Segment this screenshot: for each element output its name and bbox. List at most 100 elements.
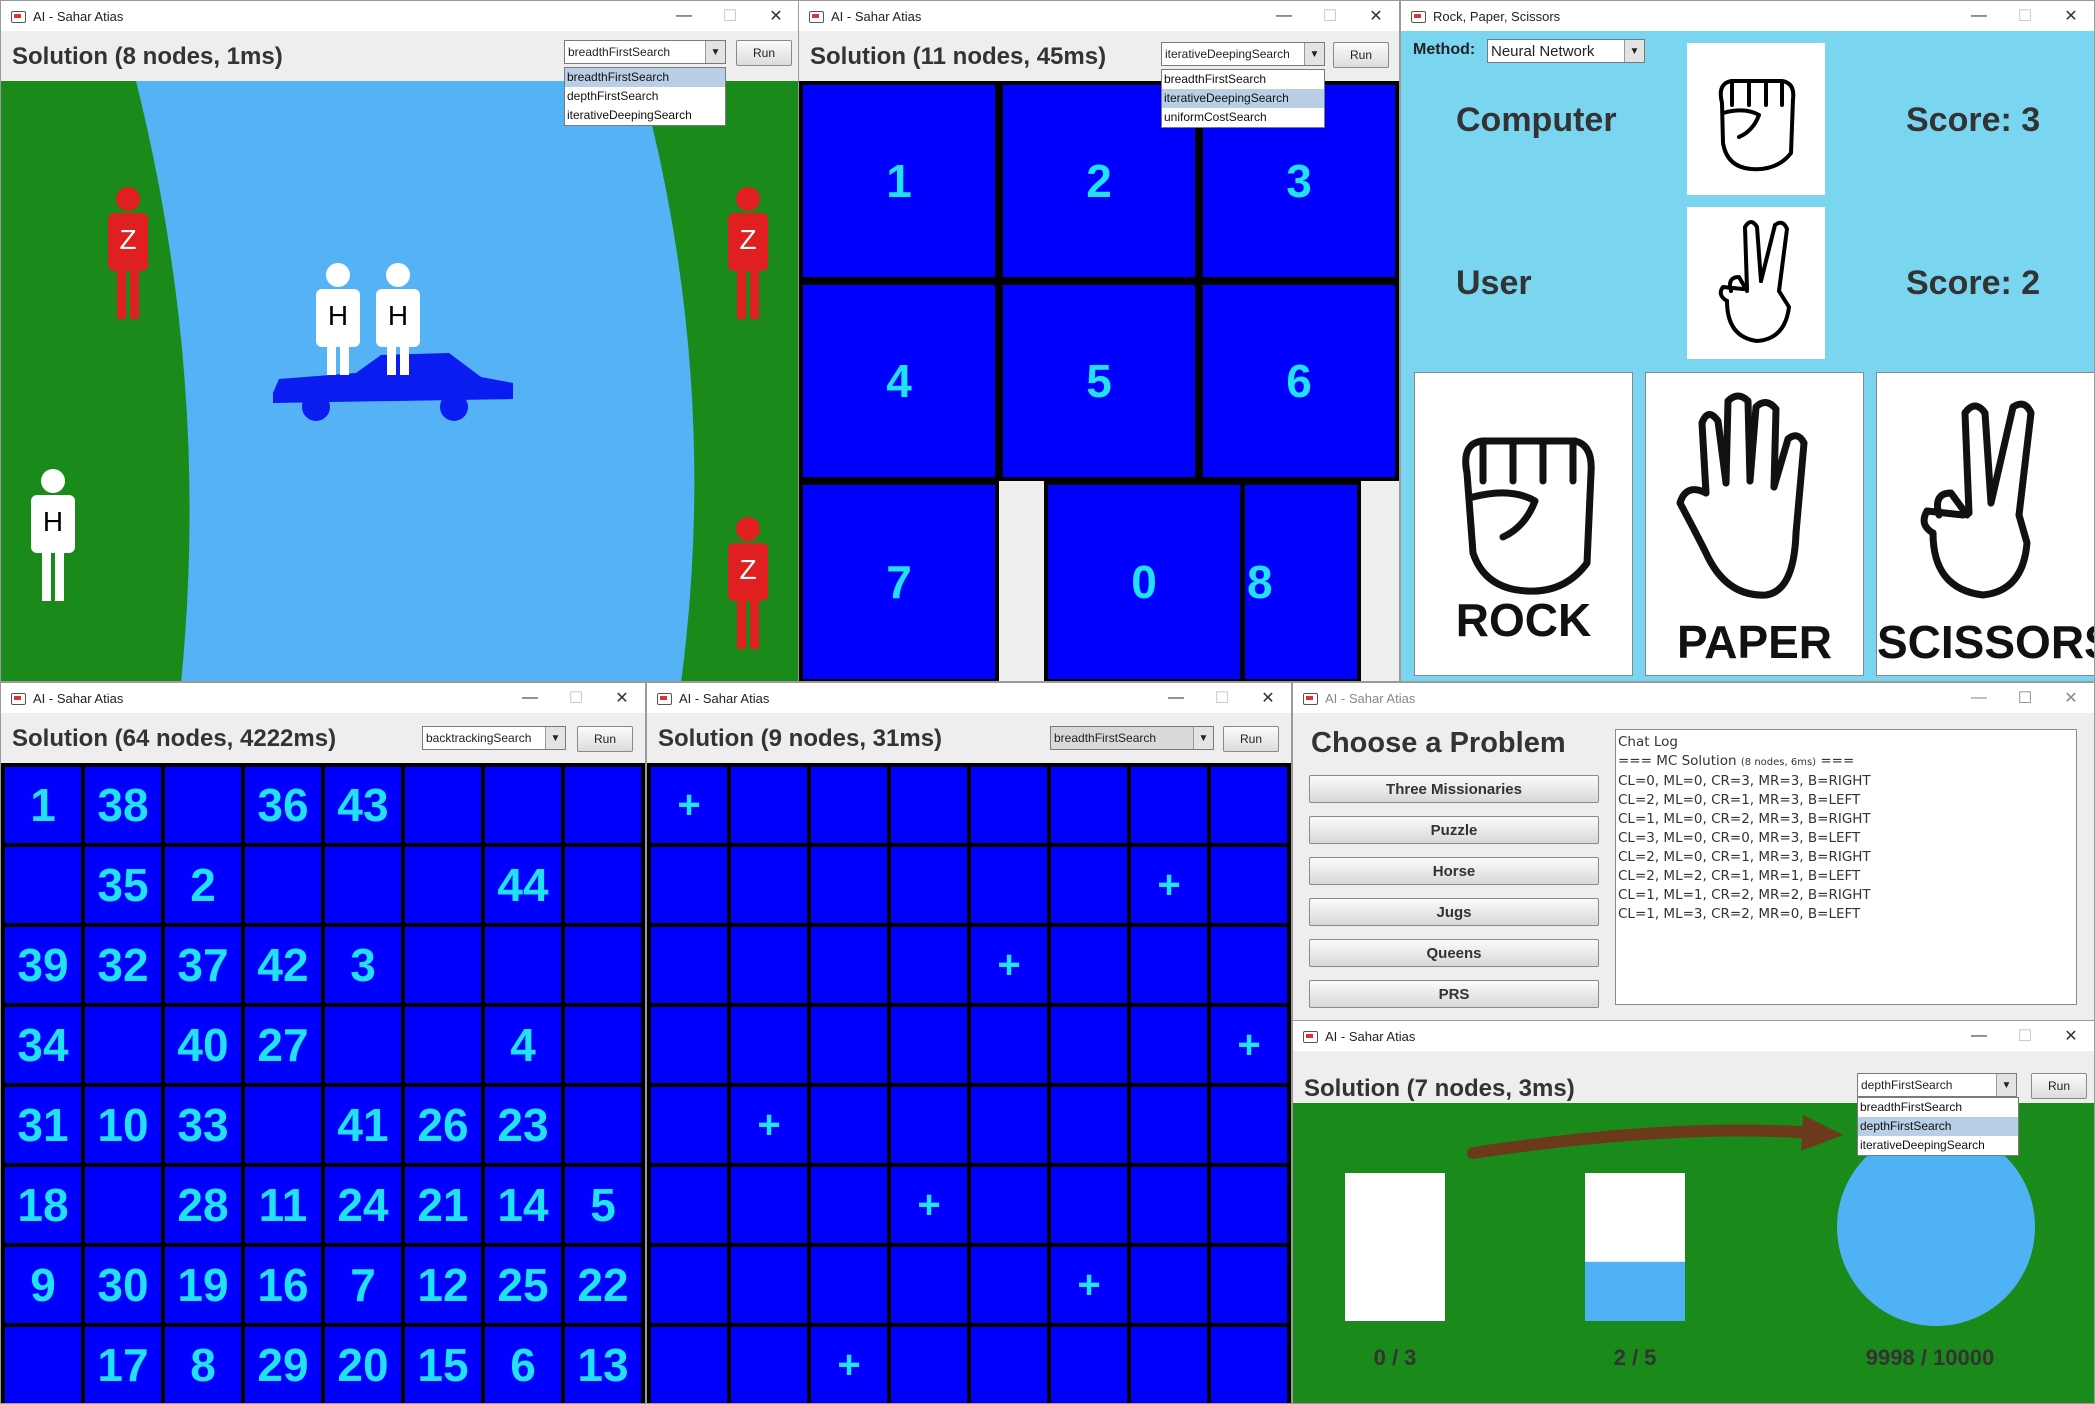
dropdown-option[interactable]: breadthFirstSearch <box>1162 70 1324 89</box>
chat-log-title: Chat Log <box>1618 734 1678 750</box>
jug-b-water <box>1585 1261 1685 1321</box>
minimize-icon[interactable]: — <box>1956 1027 2002 1045</box>
maximize-icon[interactable]: ☐ <box>707 6 753 26</box>
rps-window: Rock, Paper, Scissors — ☐ ✕ Method: Neur… <box>1400 0 2095 682</box>
maximize-icon[interactable]: ☐ <box>553 688 599 708</box>
chevron-down-icon[interactable]: ▼ <box>1193 727 1213 749</box>
title-bar[interactable]: AI - Sahar Atias — ☐ ✕ <box>1 683 645 713</box>
close-icon[interactable]: ✕ <box>753 6 799 26</box>
board-cell: 2 <box>165 847 241 923</box>
puzzle-tile[interactable]: 0 <box>1044 481 1244 681</box>
rock-card[interactable]: ROCK <box>1414 372 1633 676</box>
maximize-icon[interactable]: ☐ <box>1199 688 1245 708</box>
run-button[interactable]: Run <box>736 40 792 66</box>
maximize-icon[interactable]: ☐ <box>2002 6 2048 26</box>
three-missionaries-button[interactable]: Three Missionaries <box>1309 775 1599 803</box>
river-canvas: Z Z Z H H H <box>1 81 799 681</box>
dropdown-option[interactable]: breadthFirstSearch <box>1858 1098 2018 1117</box>
puzzle-button[interactable]: Puzzle <box>1309 816 1599 844</box>
run-button[interactable]: Run <box>577 726 633 752</box>
horse-button[interactable]: Horse <box>1309 857 1599 885</box>
minimize-icon[interactable]: — <box>507 689 553 707</box>
puzzle-tile[interactable]: 1 <box>799 81 999 281</box>
run-button[interactable]: Run <box>1333 42 1389 68</box>
title-bar[interactable]: AI - Sahar Atias — ☐ ✕ <box>1 1 799 31</box>
dropdown-option[interactable]: iterativeDeepingSearch <box>1858 1136 2018 1155</box>
puzzle-tile[interactable]: 4 <box>799 281 999 481</box>
puzzle-tile[interactable]: 5 <box>999 281 1199 481</box>
chevron-down-icon[interactable]: ▼ <box>1996 1074 2016 1096</box>
close-icon[interactable]: ✕ <box>1353 6 1399 26</box>
close-icon[interactable]: ✕ <box>1245 688 1291 708</box>
minimize-icon[interactable]: — <box>1956 689 2002 707</box>
jugs-button[interactable]: Jugs <box>1309 898 1599 926</box>
method-select[interactable]: depthFirstSearch ▼ <box>1857 1073 2017 1097</box>
run-button[interactable]: Run <box>1223 726 1279 752</box>
title-bar[interactable]: AI - Sahar Atias — ☐ ✕ <box>1293 683 2094 713</box>
chat-log-line: CL=1, ML=0, CR=2, MR=3, B=RIGHT <box>1618 811 1871 827</box>
minimize-icon[interactable]: — <box>661 7 707 25</box>
maximize-icon[interactable]: ☐ <box>2002 688 2048 708</box>
figure-letter: Z <box>739 224 756 255</box>
dropdown-option[interactable]: breadthFirstSearch <box>565 68 725 87</box>
board-cell <box>971 1167 1047 1243</box>
title-bar[interactable]: AI - Sahar Atias — ☐ ✕ <box>1293 1021 2094 1051</box>
tile-number: 0 <box>1131 556 1157 608</box>
solution-label: Solution (11 nodes, 45ms) <box>810 43 1107 70</box>
chevron-down-icon[interactable]: ▼ <box>1624 40 1644 62</box>
board-cell <box>1131 1087 1207 1163</box>
minimize-icon[interactable]: — <box>1261 7 1307 25</box>
queens-button[interactable]: Queens <box>1309 939 1599 967</box>
puzzle-tile[interactable]: 7 <box>799 481 999 681</box>
card-label: PAPER <box>1676 616 1833 668</box>
chevron-down-icon[interactable]: ▼ <box>1304 43 1324 65</box>
board-cell <box>1211 1247 1287 1323</box>
title-bar[interactable]: Rock, Paper, Scissors — ☐ ✕ <box>1401 1 2094 31</box>
board-cell <box>565 927 641 1003</box>
minimize-icon[interactable]: — <box>1956 7 2002 25</box>
maximize-icon[interactable]: ☐ <box>2002 1026 2048 1046</box>
method-select[interactable]: iterativeDeepingSearch ▼ <box>1161 42 1325 66</box>
rps-method-select[interactable]: Neural Network ▼ <box>1487 39 1645 63</box>
close-icon[interactable]: ✕ <box>2048 1026 2094 1046</box>
scissors-card[interactable]: SCISSORS <box>1876 372 2094 676</box>
close-icon[interactable]: ✕ <box>2048 688 2094 708</box>
queen-marker: + <box>971 927 1047 1003</box>
method-select[interactable]: breadthFirstSearch ▼ <box>1050 726 1214 750</box>
prs-button[interactable]: PRS <box>1309 980 1599 1008</box>
dropdown-option[interactable]: uniformCostSearch <box>1162 108 1324 127</box>
dropdown-option[interactable]: depthFirstSearch <box>1858 1117 2018 1136</box>
run-button[interactable]: Run <box>2031 1073 2087 1099</box>
paper-card[interactable]: PAPER <box>1645 372 1864 676</box>
close-icon[interactable]: ✕ <box>2048 6 2094 26</box>
puzzle-tile[interactable]: 8 <box>1241 481 1361 681</box>
dropdown-option[interactable]: iterativeDeepingSearch <box>565 106 725 125</box>
board-cell: 33 <box>165 1087 241 1163</box>
chat-log[interactable]: Chat Log === MC Solution (8 nodes, 6ms) … <box>1615 729 2077 1005</box>
close-icon[interactable]: ✕ <box>599 688 645 708</box>
dropdown-option[interactable]: depthFirstSearch <box>565 87 725 106</box>
title-bar[interactable]: AI - Sahar Atias — ☐ ✕ <box>799 1 1399 31</box>
maximize-icon[interactable]: ☐ <box>1307 6 1353 26</box>
board-cell <box>891 1087 967 1163</box>
tile-number: 7 <box>886 556 912 608</box>
board-cell <box>731 1167 807 1243</box>
chevron-down-icon[interactable]: ▼ <box>545 727 565 749</box>
dropdown-option[interactable]: iterativeDeepingSearch <box>1162 89 1324 108</box>
method-select[interactable]: backtrackingSearch ▼ <box>422 726 566 750</box>
method-select[interactable]: breadthFirstSearch ▼ <box>564 40 726 64</box>
chat-log-line: CL=2, ML=0, CR=1, MR=3, B=RIGHT <box>1618 849 1871 865</box>
board-cell <box>5 1327 81 1403</box>
user-choice-image <box>1687 207 1825 359</box>
title-bar[interactable]: AI - Sahar Atias — ☐ ✕ <box>647 683 1291 713</box>
board-cell <box>85 1007 161 1083</box>
board-cell: 35 <box>85 847 161 923</box>
method-label: Method: <box>1413 41 1476 58</box>
puzzle-tile[interactable]: 6 <box>1199 281 1399 481</box>
minimize-icon[interactable]: — <box>1153 689 1199 707</box>
toolbar: Solution (9 nodes, 31ms) breadthFirstSea… <box>647 713 1291 763</box>
board-cell: 15 <box>405 1327 481 1403</box>
board-cell: 5 <box>565 1167 641 1243</box>
chevron-down-icon[interactable]: ▼ <box>705 41 725 63</box>
figure-letter: Z <box>739 554 756 585</box>
